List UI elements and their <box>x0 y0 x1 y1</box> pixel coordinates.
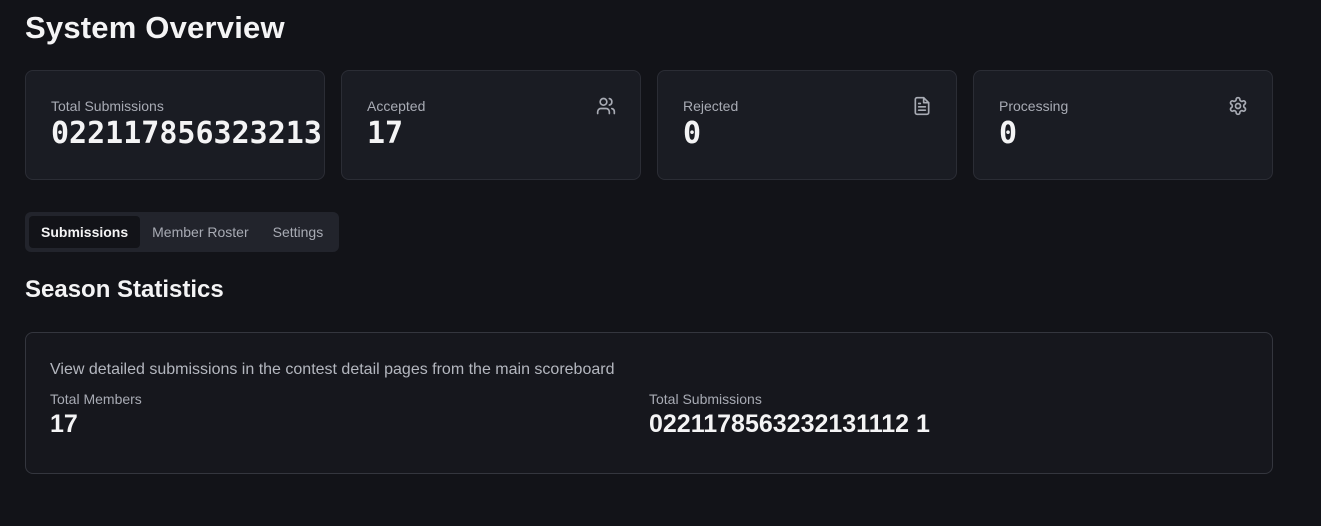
section-title: Season Statistics <box>25 276 224 303</box>
tab-submissions[interactable]: Submissions <box>29 216 141 248</box>
stat-label: Rejected <box>683 98 739 114</box>
total-submissions-label: Total Submissions <box>649 391 762 407</box>
dashboard-page: System Overview Total Submissions 022117… <box>0 0 1321 526</box>
stat-card-total-submissions: Total Submissions 0221178563232131112 <box>25 70 325 180</box>
stat-label: Total Submissions <box>51 98 164 114</box>
season-statistics-panel: View detailed submissions in the contest… <box>25 332 1273 474</box>
tab-bar: Submissions Member Roster Settings <box>25 212 340 252</box>
stat-label: Accepted <box>367 98 426 114</box>
stats-row: Total Submissions 0221178563232131112 Ac… <box>25 70 1273 180</box>
total-submissions-value: 0221178563232131112 1 <box>649 410 930 438</box>
stat-value: 0 <box>999 116 1018 151</box>
stat-value: 0 <box>683 116 702 151</box>
stat-card-processing: Processing 0 <box>973 70 1273 180</box>
users-icon <box>596 96 616 116</box>
page-title: System Overview <box>25 10 285 45</box>
gear-icon <box>1228 96 1248 116</box>
stat-label: Processing <box>999 98 1069 114</box>
total-members-stat: Total Members 17 <box>50 391 649 439</box>
stat-value: 0221178563232131112 <box>51 116 324 151</box>
stat-value: 17 <box>367 116 404 151</box>
tab-member-roster[interactable]: Member Roster <box>140 216 260 248</box>
total-submissions-stat: Total Submissions 0221178563232131112 1 <box>649 391 1248 439</box>
stat-card-accepted: Accepted 17 <box>341 70 641 180</box>
tab-settings[interactable]: Settings <box>261 216 336 248</box>
panel-grid: Total Members 17 Total Submissions 02211… <box>50 391 1248 439</box>
panel-description: View detailed submissions in the contest… <box>50 361 615 378</box>
file-text-icon <box>912 96 932 116</box>
total-members-value: 17 <box>50 410 78 438</box>
stat-card-rejected: Rejected 0 <box>657 70 957 180</box>
total-members-label: Total Members <box>50 391 142 407</box>
